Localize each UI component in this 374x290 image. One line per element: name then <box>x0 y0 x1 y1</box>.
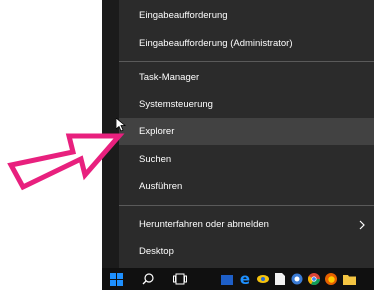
task-view-icon[interactable] <box>172 268 188 290</box>
menu-item-run[interactable]: Ausführen <box>119 173 374 200</box>
edge-icon[interactable]: e <box>238 268 252 290</box>
store-icon[interactable] <box>220 268 234 290</box>
windows-logo-icon[interactable] <box>108 268 124 290</box>
menu-item-search[interactable]: Suchen <box>119 146 374 173</box>
menu-item-control-panel[interactable]: Systemsteuerung <box>119 91 374 118</box>
taskbar: e <box>102 268 374 290</box>
menu-item-desktop[interactable]: Desktop <box>119 238 374 265</box>
chevron-right-icon <box>359 211 366 238</box>
app-icon[interactable] <box>256 268 270 290</box>
menu-item-command-prompt[interactable]: Eingabeaufforderung <box>119 2 374 29</box>
menu-separator <box>119 61 374 62</box>
menu-separator <box>119 205 374 206</box>
firefox-icon[interactable] <box>324 268 338 290</box>
search-icon[interactable] <box>140 268 156 290</box>
menu-item-explorer[interactable]: Explorer <box>119 118 374 145</box>
chrome-icon[interactable] <box>307 268 321 290</box>
menu-item-shutdown-label: Herunterfahren oder abmelden <box>139 219 269 230</box>
menu-item-command-prompt-admin[interactable]: Eingabeaufforderung (Administrator) <box>119 30 374 57</box>
file-icon[interactable] <box>273 268 287 290</box>
network-icon[interactable] <box>290 268 304 290</box>
winx-context-menu: Eingabeaufforderung Eingabeaufforderung … <box>119 0 374 268</box>
pointer-arrow-icon <box>7 133 125 191</box>
menu-item-task-manager[interactable]: Task-Manager <box>119 64 374 91</box>
folder-icon[interactable] <box>342 268 356 290</box>
menu-item-shutdown[interactable]: Herunterfahren oder abmelden <box>119 211 374 238</box>
